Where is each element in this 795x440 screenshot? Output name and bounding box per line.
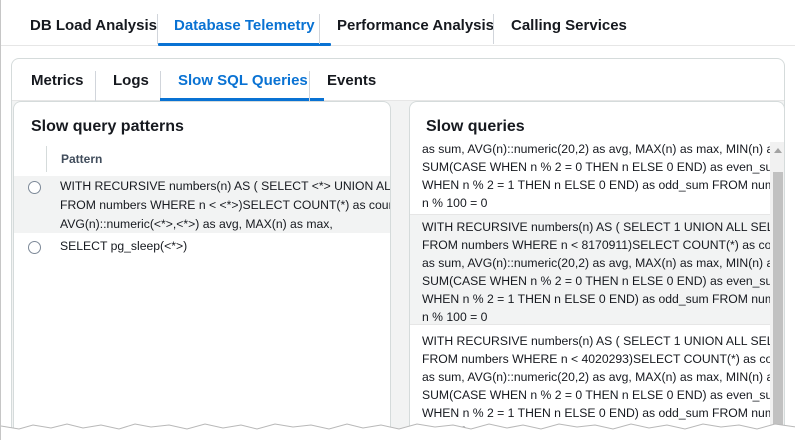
tab-events[interactable]: Events [327, 59, 376, 101]
query-text-line: SUM(CASE WHEN n % 2 = 0 THEN n ELSE 0 EN… [422, 388, 770, 402]
query-text-line: WHEN n % 2 = 1 THEN n ELSE 0 END) as odd… [422, 292, 770, 306]
telemetry-page: DB Load Analysis Database Telemetry Perf… [0, 0, 795, 440]
tab-divider [309, 71, 310, 101]
tab-calling-services[interactable]: Calling Services [511, 0, 627, 46]
pattern-text-line: FROM numbers WHERE n < <*>)SELECT COUNT(… [60, 198, 390, 212]
queries-scrollbar[interactable] [770, 142, 784, 440]
query-text-line: as sum, AVG(n)::numeric(20,2) as avg, MA… [422, 370, 770, 384]
query-text-line: n % 100 = 0 [422, 310, 488, 324]
tab-divider [160, 71, 161, 101]
tab-slow-sql-queries[interactable]: Slow SQL Queries [160, 59, 324, 101]
tab-metrics[interactable]: Metrics [31, 59, 84, 101]
panel-title: Slow queries [426, 118, 525, 135]
query-text-line: WITH RECURSIVE numbers(n) AS ( SELECT 1 … [422, 220, 770, 234]
pattern-text-line: AVG(n)::numeric(<*>,<*>) as avg, MAX(n) … [60, 217, 333, 231]
tab-performance-analysis[interactable]: Performance Analysis [337, 0, 494, 46]
slow-query-patterns-panel: Slow query patterns Pattern WITH RECURSI… [13, 101, 391, 440]
query-entry[interactable]: as sum, AVG(n)::numeric(20,2) as avg, MA… [410, 140, 770, 218]
scroll-up-icon[interactable] [774, 148, 782, 153]
tab-divider [319, 14, 320, 44]
tab-divider [157, 14, 158, 44]
query-text-line: WHEN n % 2 = 1 THEN n ELSE 0 END) as odd… [422, 178, 770, 192]
query-text-line: SUM(CASE WHEN n % 2 = 0 THEN n ELSE 0 EN… [422, 160, 770, 174]
query-text-line: WITH RECURSIVE numbers(n) AS ( SELECT 1 … [422, 334, 770, 348]
scrollbar-thumb[interactable] [773, 172, 783, 432]
torn-edge [1, 423, 795, 440]
query-text-line: FROM numbers WHERE n < 8170911)SELECT CO… [422, 238, 770, 252]
query-text-line: FROM numbers WHERE n < 4020293)SELECT CO… [422, 352, 770, 366]
slow-queries-panel: Slow queries as sum, AVG(n)::numeric(20,… [409, 101, 785, 440]
query-text-line: SUM(CASE WHEN n % 2 = 0 THEN n ELSE 0 EN… [422, 274, 770, 288]
pattern-radio[interactable] [28, 181, 41, 194]
pattern-radio[interactable] [28, 241, 41, 254]
tab-db-load-analysis[interactable]: DB Load Analysis [30, 0, 157, 46]
query-text-line: n % 100 = 0 [422, 196, 488, 210]
pattern-text-line: WITH RECURSIVE numbers(n) AS ( SELECT <*… [60, 179, 390, 193]
pattern-row[interactable]: WITH RECURSIVE numbers(n) AS ( SELECT <*… [14, 176, 390, 233]
query-text-line: as sum, AVG(n)::numeric(20,2) as avg, MA… [422, 142, 770, 156]
tab-divider [95, 71, 96, 101]
pattern-column-header[interactable]: Pattern [46, 146, 102, 172]
query-entry[interactable]: WITH RECURSIVE numbers(n) AS ( SELECT 1 … [410, 215, 770, 324]
pattern-row[interactable]: SELECT pg_sleep(<*>) [14, 235, 390, 259]
sub-tab-bar: Metrics Logs Slow SQL Queries Events [12, 59, 784, 101]
tab-logs[interactable]: Logs [113, 59, 149, 101]
tab-database-telemetry[interactable]: Database Telemetry [158, 0, 331, 46]
tab-divider [493, 14, 494, 44]
panel-title: Slow query patterns [31, 118, 184, 135]
query-text-line: as sum, AVG(n)::numeric(20,2) as avg, MA… [422, 256, 770, 270]
main-tab-bar: DB Load Analysis Database Telemetry Perf… [1, 0, 795, 46]
pattern-text-line: SELECT pg_sleep(<*>) [60, 239, 188, 253]
